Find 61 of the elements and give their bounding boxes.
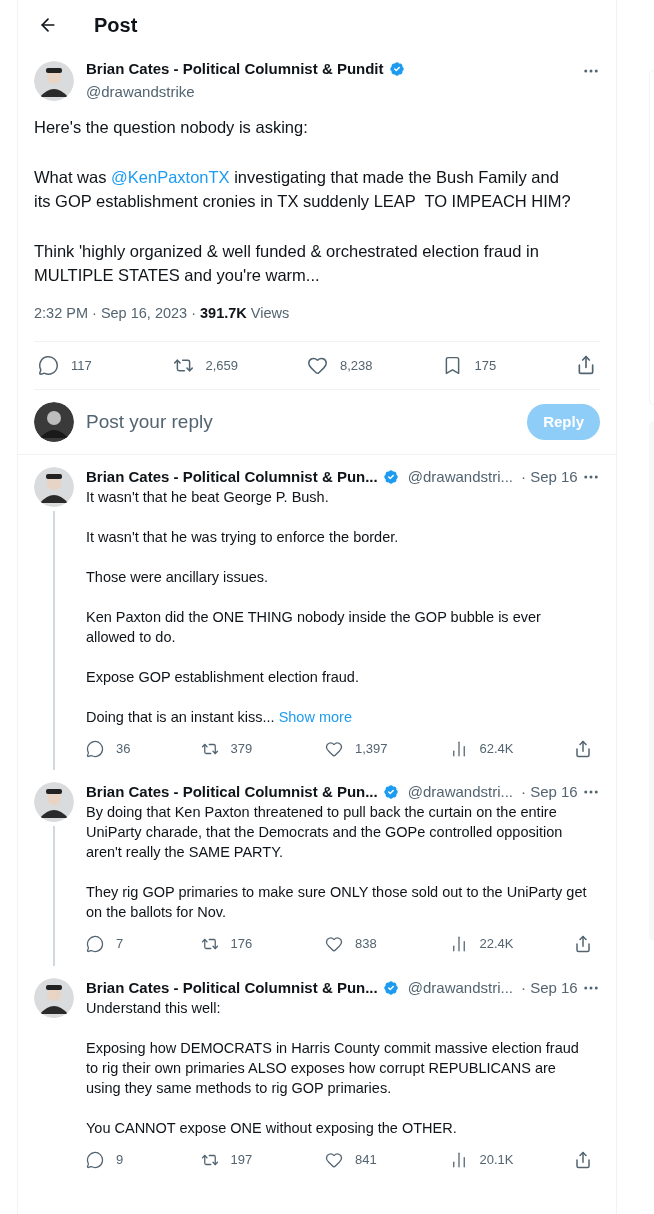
author-handle[interactable]: @drawandstri... — [407, 466, 513, 487]
reply-icon — [86, 1150, 104, 1169]
views-button[interactable]: 22.4K — [449, 934, 530, 954]
share-icon[interactable] — [576, 355, 596, 376]
views-button[interactable]: 62.4K — [449, 738, 530, 759]
avatar[interactable] — [34, 60, 74, 101]
like-icon — [325, 739, 343, 758]
views-label: Views — [249, 304, 290, 323]
post-text: What was @KenPaxtonTX investigating that made the Bush Family and its GOP establishment cronies in TX suddenly LEAP TO IMPEACH HIM? — [34, 167, 572, 212]
like-button[interactable]: 841 — [325, 1149, 405, 1170]
views-button[interactable]: 20.1K — [449, 1149, 530, 1170]
page-title: Post — [94, 13, 138, 38]
avatar[interactable] — [34, 977, 74, 1018]
reply-text: You CANNOT expose ONE without exposing the OTHER. — [86, 1118, 458, 1138]
repost-button[interactable]: 2,659 — [172, 354, 263, 376]
reply-button[interactable]: 7 — [86, 934, 156, 954]
author-name[interactable]: Brian Cates - Political Columnist & Pun... — [86, 466, 378, 487]
reply-text: Doing that is an instant kiss... Show more — [86, 707, 353, 727]
reply-text: Understand this well: — [86, 998, 222, 1018]
reply-text: It wasn't that he was trying to enforce the border. — [86, 527, 400, 547]
bookmark-button[interactable]: 175 — [441, 354, 532, 376]
reply-icon — [86, 935, 104, 953]
post-text: Here's the question nobody is asking: — [34, 117, 309, 138]
reply-text: It wasn't that he beat George P. Bush. — [86, 487, 330, 507]
like-button[interactable]: 1,397 — [325, 738, 405, 759]
avatar[interactable] — [34, 782, 74, 823]
author-handle[interactable]: @drawandstri... — [407, 782, 513, 803]
avatar[interactable] — [34, 401, 74, 442]
repost-button[interactable]: 379 — [200, 738, 281, 759]
view-count: 391.7K — [200, 304, 247, 323]
reply-button[interactable]: 117 — [38, 354, 128, 376]
reply-button[interactable]: 9 — [86, 1149, 156, 1170]
post-timestamp[interactable]: 2:32 PM · Sep 16, 2023 · — [34, 303, 201, 325]
share-icon[interactable] — [574, 739, 592, 758]
author-handle[interactable]: @drawandstri... — [407, 977, 513, 998]
like-icon — [325, 935, 343, 953]
reply-text: Expose GOP establishment election fraud. — [86, 667, 360, 687]
reply-text: Those were ancillary issues. — [86, 567, 270, 587]
reply-button[interactable]: 36 — [86, 738, 156, 759]
author-handle[interactable]: @drawandstrike — [86, 80, 570, 103]
reply-icon — [38, 354, 59, 376]
repost-button[interactable]: 176 — [200, 934, 281, 954]
share-icon[interactable] — [574, 1150, 592, 1169]
repost-button[interactable]: 197 — [200, 1149, 281, 1170]
like-button[interactable]: 838 — [325, 934, 405, 954]
post-date[interactable]: · Sep 16 — [521, 466, 578, 487]
reply-text: They rig GOP primaries to make sure ONLY those sold out to the UniParty get on the ballots for Nov. — [86, 883, 588, 923]
post-date[interactable]: · Sep 16 — [521, 782, 578, 803]
reply-icon — [86, 739, 104, 758]
reply-text: Ken Paxton did the ONE THING nobody inside the GOP bubble is ever allowed to do. — [86, 607, 542, 647]
avatar[interactable] — [34, 466, 74, 507]
share-icon[interactable] — [574, 935, 592, 953]
author-name[interactable]: Brian Cates - Political Columnist & Pun... — [86, 782, 378, 803]
reply-text: By doing that Ken Paxton threatened to pull back the curtain on the entire UniParty charade, that the Democrats and the GOPe controlled opposition aren't really the SAME PARTY. — [86, 803, 564, 863]
post-text: Think 'highly organized & well funded & orchestrated election fraud in MULTIPLE STATES and you're warm... — [34, 241, 540, 286]
author-name[interactable]: Brian Cates - Political Columnist & Pundit — [86, 58, 384, 81]
author-name[interactable]: Brian Cates - Political Columnist & Pun... — [86, 977, 378, 998]
like-button[interactable]: 8,238 — [307, 354, 397, 376]
post-date[interactable]: · Sep 16 — [521, 977, 578, 998]
reply-text: Exposing how DEMOCRATS in Harris County commit massive election fraud to rig their own primaries ALSO exposes how corrupt REPUBLICANS are using they same methods to rig GOP primaries. — [86, 1038, 580, 1098]
like-icon — [325, 1150, 343, 1169]
